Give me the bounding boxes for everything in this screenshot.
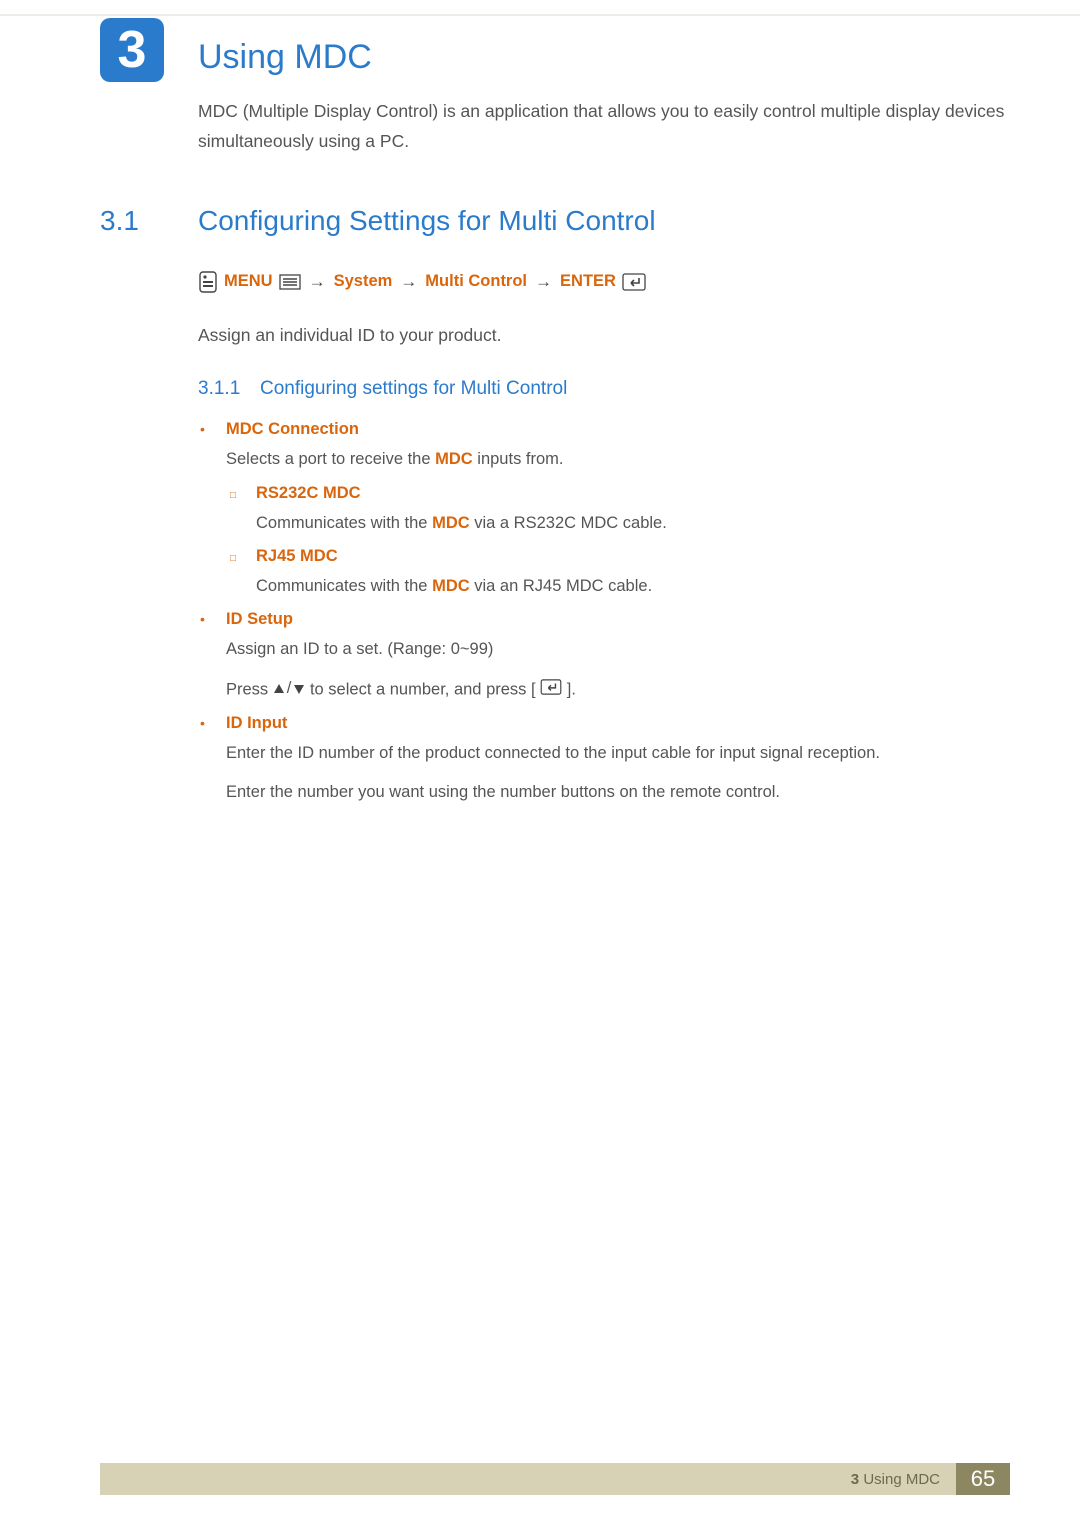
arrow-icon: → (533, 272, 554, 292)
chapter-intro: MDC (Multiple Display Control) is an app… (198, 97, 1010, 157)
text-fragment: to select a number, and press [ (310, 681, 536, 699)
sub-bullet-rs232c: □ RS232C MDC Communicates with the MDC v… (226, 484, 1010, 537)
text-fragment: Communicates with the (256, 514, 432, 532)
footer-chapter-label: 3 Using MDC (851, 1471, 940, 1488)
page-content: 3 Using MDC MDC (Multiple Display Contro… (0, 0, 1080, 807)
bullet-id-input: • ID Input Enter the ID number of the pr… (198, 714, 1010, 807)
sub-bullet-icon: □ (226, 490, 256, 501)
text-fragment: inputs from. (473, 450, 564, 468)
chapter-number-badge: 3 (100, 18, 164, 82)
text-fragment: Communicates with the (256, 577, 432, 595)
arrow-icon: → (398, 272, 419, 292)
rj45-label: RJ45 MDC (256, 547, 338, 566)
footer-bar: 3 Using MDC (100, 1463, 956, 1495)
subsection-heading: 3.1.1 Configuring settings for Multi Con… (198, 378, 1010, 400)
text-fragment: via a RS232C MDC cable. (470, 514, 667, 532)
rs232c-desc: Communicates with the MDC via a RS232C M… (256, 509, 1010, 537)
id-setup-desc1: Assign an ID to a set. (Range: 0~99) (226, 635, 1010, 664)
bullet-mdc-connection: • MDC Connection Selects a port to recei… (198, 420, 1010, 600)
section-number: 3.1 (100, 205, 198, 237)
menu-step-system: System (334, 272, 393, 291)
rs232c-label: RS232C MDC (256, 484, 361, 503)
id-setup-desc2: Press / to select a number, and press [ … (226, 674, 1010, 704)
text-fragment: Press (226, 681, 273, 699)
text-fragment: ]. (567, 681, 576, 699)
remote-icon (198, 271, 218, 293)
up-down-arrow-icon: / (273, 674, 306, 703)
bullet-id-setup: • ID Setup Assign an ID to a set. (Range… (198, 610, 1010, 704)
id-input-label: ID Input (226, 714, 287, 733)
menu-navigation-path: MENU → System → Multi Control → ENTER (198, 271, 1010, 293)
chapter-header: 3 Using MDC MDC (Multiple Display Contro… (100, 18, 1010, 157)
menu-icon (279, 274, 301, 290)
subsection-number: 3.1.1 (198, 378, 260, 400)
mdc-connection-desc: Selects a port to receive the MDC inputs… (226, 445, 1010, 474)
section-title: Configuring Settings for Multi Control (198, 205, 656, 237)
mdc-bold: MDC (432, 514, 470, 532)
id-input-desc1: Enter the ID number of the product conne… (226, 739, 1010, 768)
sub-bullet-rj45: □ RJ45 MDC Communicates with the MDC via… (226, 547, 1010, 600)
mdc-bold: MDC (435, 450, 473, 468)
id-setup-label: ID Setup (226, 610, 293, 629)
page-footer: 3 Using MDC 65 (100, 1463, 1010, 1495)
section-3-1: 3.1 Configuring Settings for Multi Contr… (100, 205, 1010, 808)
bullet-dot-icon: • (198, 611, 226, 627)
chapter-title: Using MDC (198, 38, 1010, 77)
enter-icon (622, 273, 646, 291)
assign-id-text: Assign an individual ID to your product. (198, 321, 1010, 351)
subsection-title: Configuring settings for Multi Control (260, 378, 567, 400)
text-fragment: Selects a port to receive the (226, 450, 435, 468)
mdc-bold: MDC (432, 577, 470, 595)
enter-icon (540, 679, 562, 695)
enter-label: ENTER (560, 272, 616, 291)
footer-chapter-title: Using MDC (863, 1471, 940, 1488)
arrow-icon: → (307, 272, 328, 292)
menu-step-multicontrol: Multi Control (425, 272, 527, 291)
sub-bullet-icon: □ (226, 553, 256, 564)
bullet-dot-icon: • (198, 421, 226, 437)
footer-chapter-number: 3 (851, 1471, 859, 1488)
id-input-desc2: Enter the number you want using the numb… (226, 778, 1010, 807)
chapter-header-right: Using MDC MDC (Multiple Display Control)… (198, 18, 1010, 157)
mdc-connection-label: MDC Connection (226, 420, 359, 439)
section-content: MENU → System → Multi Control → ENTER (198, 271, 1010, 808)
section-heading: 3.1 Configuring Settings for Multi Contr… (100, 205, 1010, 237)
bullet-dot-icon: • (198, 715, 226, 731)
footer-page-number: 65 (956, 1463, 1010, 1495)
menu-label: MENU (224, 272, 273, 291)
text-fragment: via an RJ45 MDC cable. (470, 577, 653, 595)
rj45-desc: Communicates with the MDC via an RJ45 MD… (256, 572, 1010, 600)
